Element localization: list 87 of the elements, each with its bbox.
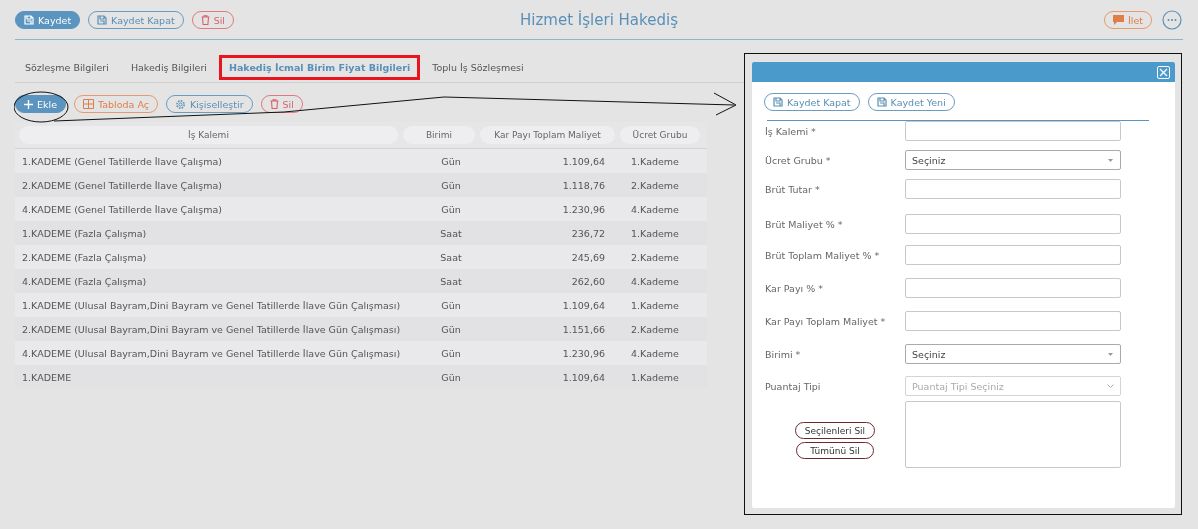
table-cell-text: 1.KADEME (Ulusal Bayram,Dini Bayram ve Genel Tatillerde İlave Gün Çalışması) xyxy=(21,299,402,311)
table-cell-text: 2.KADEME (Genel Tatillerde İlave Çalışma) xyxy=(21,179,223,191)
table-cell-text: Saat xyxy=(439,251,463,263)
table-cell-text: 1.KADEME xyxy=(21,371,73,383)
table-cell-text: 2.KADEME (Ulusal Bayram,Dini Bayram ve Genel Tatillerde İlave Gün Çalışması) xyxy=(21,323,402,335)
table-cell-text: Gün xyxy=(440,371,462,383)
table-cell-text: 2.Kademe xyxy=(630,179,680,191)
field-label: Birimi * xyxy=(765,348,802,360)
list-button[interactable]: Seçilenleri Sil xyxy=(794,422,876,439)
table-cell-text: 4.Kademe xyxy=(630,203,680,215)
column-header[interactable]: İş Kalemi xyxy=(19,126,398,144)
list-button[interactable]: Tümünü Sil xyxy=(796,442,874,459)
input-field[interactable] xyxy=(905,278,1121,298)
table-cell-text: 1.109,64 xyxy=(561,371,605,383)
table-cell-text: 1.109,64 xyxy=(561,299,605,311)
table-cell-text: 1.230,96 xyxy=(561,203,605,215)
caret-icon xyxy=(1107,383,1114,389)
gear-icon xyxy=(174,98,186,110)
more-options-icon[interactable] xyxy=(1162,10,1182,30)
trash-icon xyxy=(269,99,279,109)
table-cell-text: 262,60 xyxy=(570,275,605,287)
message-icon xyxy=(1113,15,1124,25)
table-cell-text: 1.118,76 xyxy=(561,179,605,191)
table-cell-text: 1.Kademe xyxy=(630,227,680,239)
field-label: Kar Payı Toplam Maliyet * xyxy=(765,315,887,327)
table-cell-text: 1.151,66 xyxy=(561,323,605,335)
save-icon xyxy=(24,15,34,25)
caret-icon xyxy=(1107,351,1114,357)
table-cell-text: 1.Kademe xyxy=(630,155,680,167)
table-cell-text: 245,69 xyxy=(570,251,605,263)
table-cell-text: Saat xyxy=(439,227,463,239)
dropdown-field[interactable]: Seçiniz xyxy=(905,344,1121,364)
table-cell-text: Gün xyxy=(440,323,462,335)
field-label: Brüt Maliyet % * xyxy=(765,218,844,230)
field-label: Ücret Grubu * xyxy=(765,154,832,166)
page-title: Hizmet İşleri Hakediş xyxy=(520,11,678,29)
save-icon xyxy=(97,15,108,25)
list-box[interactable] xyxy=(905,401,1121,468)
table-cell-text: 1.230,96 xyxy=(561,347,605,359)
input-field[interactable] xyxy=(905,121,1121,141)
table-cell-text: 2.Kademe xyxy=(630,323,680,335)
column-header[interactable]: Kar Payı Toplam Maliyet xyxy=(480,126,615,144)
tab[interactable]: Hakediş İcmal Birim Fiyat Bilgileri xyxy=(219,54,421,80)
field-label: Brüt Tutar * xyxy=(765,183,821,195)
input-field[interactable] xyxy=(905,179,1121,199)
table-cell-text: Saat xyxy=(439,275,463,287)
table-cell-text: Gün xyxy=(440,203,462,215)
table-cell-text: 236,72 xyxy=(570,227,605,239)
field-label: Puantaj Tipi xyxy=(765,380,822,392)
table-cell-text: 1.KADEME (Genel Tatillerde İlave Çalışma) xyxy=(21,155,223,167)
input-field[interactable] xyxy=(905,311,1121,331)
table-icon xyxy=(83,99,94,109)
input-field[interactable] xyxy=(905,245,1121,265)
close-button[interactable] xyxy=(1157,65,1170,79)
table-cell-text: 2.Kademe xyxy=(630,251,680,263)
tab[interactable]: Hakediş Bilgileri xyxy=(120,54,217,80)
grid-toolbar-button[interactable]: Ekle xyxy=(15,95,66,113)
column-header[interactable]: Birimi xyxy=(403,126,475,144)
toolbar-button[interactable]: Kaydet xyxy=(15,11,81,29)
table-cell-text: 1.109,64 xyxy=(561,155,605,167)
table-cell-text: 4.Kademe xyxy=(630,275,680,287)
caret-icon xyxy=(1107,157,1114,163)
column-header[interactable]: Ücret Grubu xyxy=(620,126,700,144)
table-cell-text: Gün xyxy=(440,179,462,191)
table-cell-text: 4.Kademe xyxy=(630,347,680,359)
save-icon xyxy=(876,97,887,107)
tab[interactable]: Toplu İş Sözleşmesi xyxy=(422,54,534,80)
table-cell-text: 1.KADEME (Fazla Çalışma) xyxy=(21,227,148,239)
dropdown-field[interactable]: Seçiniz xyxy=(905,150,1121,170)
table-cell-text: Gün xyxy=(440,299,462,311)
field-label: Kar Payı % * xyxy=(765,282,824,294)
table-cell-text: 1.Kademe xyxy=(630,299,680,311)
table-cell-text: Gün xyxy=(440,155,462,167)
table-cell-text: 4.KADEME (Fazla Çalışma) xyxy=(21,275,148,287)
close-icon xyxy=(1159,67,1168,77)
table-cell-text: 2.KADEME (Fazla Çalışma) xyxy=(21,251,148,263)
field-label: Brüt Toplam Maliyet % * xyxy=(765,249,881,261)
plus-icon xyxy=(24,99,33,109)
save-icon xyxy=(773,97,783,107)
table-cell-text: 1.Kademe xyxy=(630,371,680,383)
table-cell-text: Gün xyxy=(440,347,462,359)
trash-icon xyxy=(200,15,210,25)
tab[interactable]: Sözleşme Bilgileri xyxy=(15,54,119,80)
field-label: İş Kalemi * xyxy=(765,125,817,137)
table-cell-text: 4.KADEME (Genel Tatillerde İlave Çalışma) xyxy=(21,203,223,215)
input-field[interactable] xyxy=(905,214,1121,234)
table-cell-text: 4.KADEME (Ulusal Bayram,Dini Bayram ve Genel Tatillerde İlave Gün Çalışması) xyxy=(21,347,402,359)
